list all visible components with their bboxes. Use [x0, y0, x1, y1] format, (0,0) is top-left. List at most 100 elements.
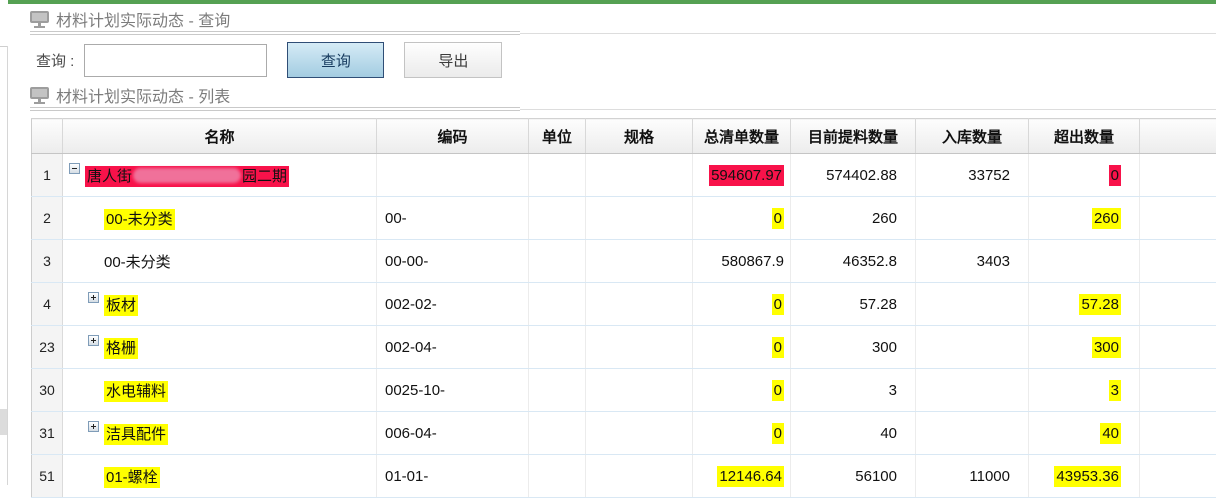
main-content: 材料计划实际动态 - 查询 查询 : 查询 导出 材料计划实际动态 - 列表 名…	[8, 4, 1216, 485]
cell-unit	[529, 240, 586, 283]
cell-name: 00-未分类	[63, 197, 377, 240]
cell-spec	[586, 369, 693, 412]
row-number: 1	[32, 154, 63, 197]
row-number: 30	[32, 369, 63, 412]
divider	[8, 106, 1216, 111]
name-text: 00-未分类	[104, 254, 171, 271]
header-spec[interactable]: 规格	[586, 119, 693, 154]
search-button[interactable]: 查询	[287, 42, 384, 78]
header-excess-qty[interactable]: 超出数量	[1029, 119, 1140, 154]
redaction-blob	[133, 168, 241, 183]
header-filler	[1140, 119, 1216, 154]
cell-unit	[529, 455, 586, 498]
table-row[interactable]: 4 板材 002-02- 0 57.28 57.28	[32, 283, 1216, 326]
cell-filler	[1140, 412, 1216, 455]
cell-total-qty: 0	[693, 197, 791, 240]
cell-code: 00-00-	[377, 240, 529, 283]
cell-current-qty: 260	[791, 197, 916, 240]
export-button[interactable]: 导出	[404, 42, 502, 78]
table-header-row: 名称 编码 单位 规格 总清单数量 目前提料数量 入库数量 超出数量	[32, 119, 1216, 154]
name-text: 水电辅料	[104, 381, 168, 402]
cell-name: 洁具配件	[63, 412, 377, 455]
cell-name: 00-未分类	[63, 240, 377, 283]
table-row[interactable]: 3 00-未分类 00-00- 580867.9 46352.8 3403	[32, 240, 1216, 283]
cell-total-qty: 0	[693, 283, 791, 326]
tree-expander-icon[interactable]	[88, 421, 99, 432]
cell-inbound-qty: 3403	[916, 240, 1029, 283]
cell-current-qty: 3	[791, 369, 916, 412]
cell-total-qty: 580867.9	[693, 240, 791, 283]
cell-inbound-qty	[916, 412, 1029, 455]
search-input[interactable]	[84, 44, 267, 77]
cell-spec	[586, 197, 693, 240]
header-name[interactable]: 名称	[63, 119, 377, 154]
cell-inbound-qty	[916, 326, 1029, 369]
cell-total-qty: 594607.97	[693, 154, 791, 197]
header-code[interactable]: 编码	[377, 119, 529, 154]
cell-unit	[529, 369, 586, 412]
cell-filler	[1140, 154, 1216, 197]
cell-inbound-qty: 11000	[916, 455, 1029, 498]
cell-excess-qty: 300	[1029, 326, 1140, 369]
cell-code	[377, 154, 529, 197]
table-row[interactable]: 30 水电辅料 0025-10- 0 3 3	[32, 369, 1216, 412]
row-number: 23	[32, 326, 63, 369]
cell-name: 水电辅料	[63, 369, 377, 412]
cell-inbound-qty: 33752	[916, 154, 1029, 197]
cell-excess-qty: 40	[1029, 412, 1140, 455]
name-text: 板材	[104, 295, 138, 316]
cell-code: 01-01-	[377, 455, 529, 498]
query-panel-title: 材料计划实际动态 - 查询	[30, 7, 230, 31]
list-panel-title: 材料计划实际动态 - 列表	[30, 83, 230, 107]
table-row[interactable]: 31 洁具配件 006-04- 0 40 40	[32, 412, 1216, 455]
row-number: 51	[32, 455, 63, 498]
name-text: 01-螺栓	[104, 467, 160, 488]
cell-total-qty: 0	[693, 326, 791, 369]
cell-unit	[529, 326, 586, 369]
cell-total-qty: 0	[693, 412, 791, 455]
table-row[interactable]: 2 00-未分类 00- 0 260 260	[32, 197, 1216, 240]
tree-expander-icon[interactable]	[69, 163, 80, 174]
cell-unit	[529, 283, 586, 326]
table-row[interactable]: 23 格栅 002-04- 0 300 300	[32, 326, 1216, 369]
cell-name: 唐人街园二期	[63, 154, 377, 197]
cell-spec	[586, 154, 693, 197]
cell-excess-qty: 43953.36	[1029, 455, 1140, 498]
cell-name: 板材	[63, 283, 377, 326]
tree-expander-icon[interactable]	[88, 335, 99, 346]
cell-current-qty: 300	[791, 326, 916, 369]
cell-excess-qty: 3	[1029, 369, 1140, 412]
cell-current-qty: 574402.88	[791, 154, 916, 197]
cell-filler	[1140, 369, 1216, 412]
name-text: 唐人街园二期	[85, 166, 289, 187]
left-splitter-rail	[0, 0, 8, 485]
cell-filler	[1140, 240, 1216, 283]
cell-inbound-qty	[916, 283, 1029, 326]
table-row[interactable]: 1 唐人街园二期 594607.97 574402.88 33752 0	[32, 154, 1216, 197]
cell-spec	[586, 412, 693, 455]
header-unit[interactable]: 单位	[529, 119, 586, 154]
monitor-icon	[30, 87, 49, 104]
header-total-qty[interactable]: 总清单数量	[693, 119, 791, 154]
tree-expander-icon[interactable]	[88, 292, 99, 303]
name-text: 洁具配件	[104, 424, 168, 445]
cell-code: 006-04-	[377, 412, 529, 455]
list-panel-title-text: 材料计划实际动态 - 列表	[56, 83, 230, 107]
cell-excess-qty: 260	[1029, 197, 1140, 240]
cell-spec	[586, 240, 693, 283]
query-toolbar: 查询 : 查询 导出	[36, 40, 502, 80]
cell-filler	[1140, 326, 1216, 369]
cell-excess-qty	[1029, 240, 1140, 283]
query-panel-title-text: 材料计划实际动态 - 查询	[56, 7, 230, 31]
header-rownum	[32, 119, 63, 154]
table-row[interactable]: 51 01-螺栓 01-01- 12146.64 56100 11000 439…	[32, 455, 1216, 498]
header-current-qty[interactable]: 目前提料数量	[791, 119, 916, 154]
cell-spec	[586, 455, 693, 498]
monitor-icon	[30, 11, 49, 28]
cell-unit	[529, 412, 586, 455]
rail-scroll-thumb[interactable]	[0, 409, 7, 435]
cell-filler	[1140, 197, 1216, 240]
cell-code: 002-02-	[377, 283, 529, 326]
cell-current-qty: 40	[791, 412, 916, 455]
header-inbound-qty[interactable]: 入库数量	[916, 119, 1029, 154]
